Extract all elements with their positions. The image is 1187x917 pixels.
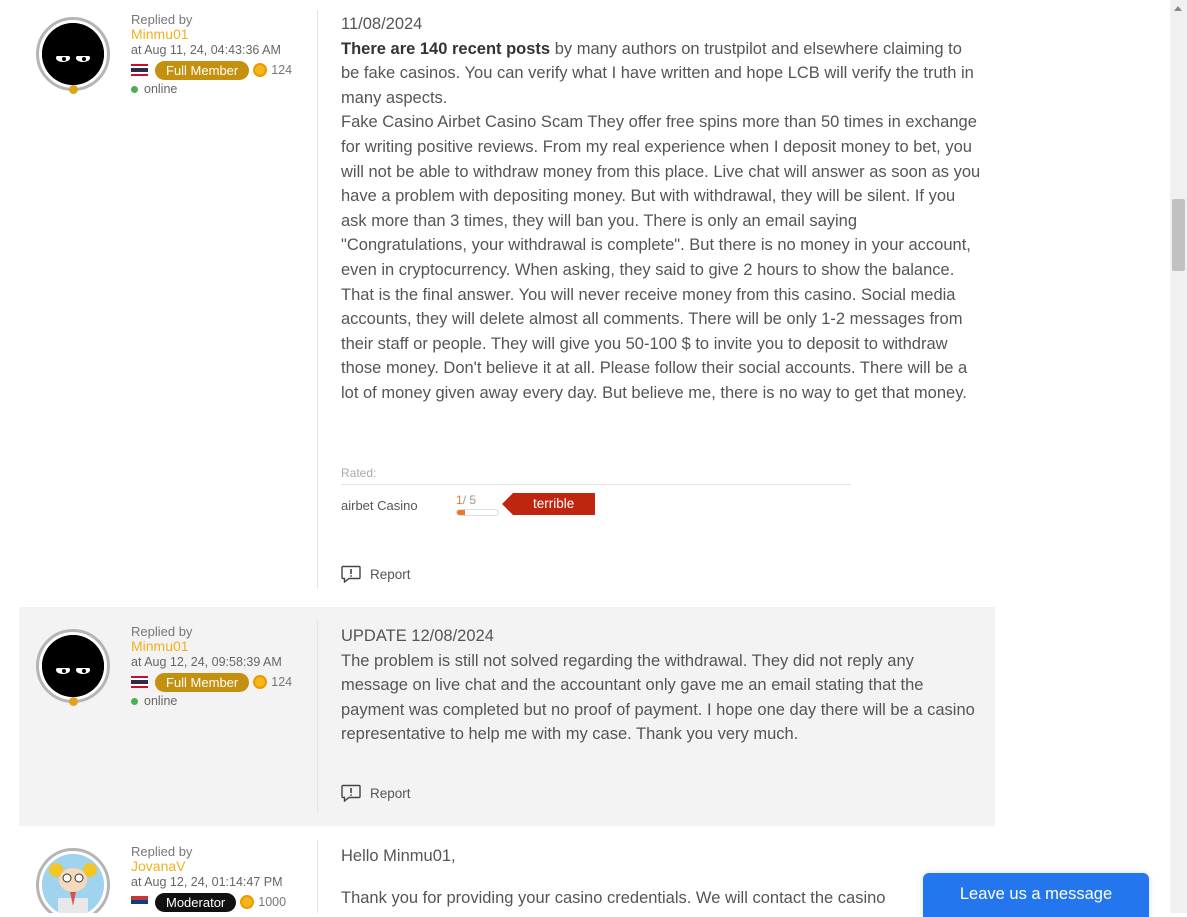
replied-by-label: Replied by	[131, 12, 193, 27]
post-paragraph-2: Fake Casino Airbet Casino Scam They offe…	[341, 113, 981, 402]
post-divider	[317, 840, 318, 913]
post-paragraph: Thank you for providing your casino cred…	[341, 888, 886, 907]
rating-bar	[456, 509, 499, 516]
rating-score: 1/ 5	[456, 493, 501, 516]
thailand-flag-icon	[131, 676, 148, 688]
username-link[interactable]: Minmu01	[131, 27, 292, 42]
scrollbar-thumb[interactable]	[1172, 199, 1185, 271]
post-date: UPDATE 12/08/2024	[341, 627, 494, 645]
report-icon	[341, 565, 361, 583]
page-scrollbar[interactable]	[1170, 0, 1187, 913]
avatar[interactable]	[36, 848, 110, 913]
rated-casino-link[interactable]: airbet Casino	[341, 493, 456, 513]
replied-by-label: Replied by	[131, 844, 193, 859]
post-date: 11/08/2024	[341, 15, 423, 33]
post-paragraph-1: There are 140 recent posts by many autho…	[341, 37, 981, 111]
post-body: Hello Minmu01, Thank you for providing y…	[341, 844, 981, 910]
coin-icon	[253, 63, 268, 77]
report-label: Report	[370, 566, 411, 582]
post-divider	[317, 621, 318, 813]
black-cat-icon	[42, 23, 104, 85]
rank-badge: Full Member	[155, 60, 250, 80]
report-button[interactable]: Report	[341, 784, 411, 802]
thread-page: Replied by Minmu01 at Aug 11, 24, 04:43:…	[0, 0, 1170, 913]
cartoon-character-icon	[42, 854, 104, 913]
coin-icon	[240, 895, 255, 909]
online-status: online	[144, 694, 178, 708]
rating-value: 1	[456, 493, 463, 507]
rank-badge: Full Member	[155, 672, 250, 692]
scroll-up-arrow-icon[interactable]	[1174, 6, 1182, 11]
replied-by-label: Replied by	[131, 624, 193, 639]
rated-label: Rated:	[341, 466, 851, 485]
author-info: Replied by JovanaV at Aug 12, 24, 01:14:…	[131, 844, 286, 912]
post-divider	[317, 10, 318, 588]
post-timestamp: at Aug 11, 24, 04:43:36 AM	[131, 43, 281, 57]
serbia-flag-icon	[131, 896, 148, 908]
post-body: 11/08/2024 There are 140 recent posts by…	[341, 12, 981, 406]
post-timestamp: at Aug 12, 24, 09:58:39 AM	[131, 655, 282, 669]
username-link[interactable]: Minmu01	[131, 639, 292, 654]
rank-badge: Moderator	[155, 892, 237, 912]
author-info: Replied by Minmu01 at Aug 11, 24, 04:43:…	[131, 12, 292, 97]
casino-rating: Rated: airbet Casino 1/ 5 terrible	[341, 466, 851, 516]
greeting: Hello Minmu01,	[341, 847, 456, 865]
thailand-flag-icon	[131, 64, 148, 76]
post-3: Replied by JovanaV at Aug 12, 24, 01:14:…	[19, 826, 995, 913]
points-count: 1000	[258, 894, 287, 909]
leave-message-button[interactable]: Leave us a message	[923, 873, 1149, 917]
online-dot-icon	[131, 86, 138, 93]
rating-max: / 5	[462, 493, 477, 507]
report-label: Report	[370, 785, 411, 801]
post-timestamp: at Aug 12, 24, 01:14:47 PM	[131, 875, 283, 889]
avatar[interactable]	[36, 17, 110, 94]
report-button[interactable]: Report	[341, 565, 411, 583]
online-status: online	[144, 82, 178, 96]
black-cat-icon	[42, 635, 104, 697]
report-icon	[341, 784, 361, 802]
post-paragraph: The problem is still not solved regardin…	[341, 651, 975, 744]
points-count: 124	[271, 62, 293, 77]
online-dot-icon	[131, 698, 138, 705]
points-count: 124	[271, 674, 293, 689]
post-1: Replied by Minmu01 at Aug 11, 24, 04:43:…	[19, 0, 995, 607]
post-body: UPDATE 12/08/2024 The problem is still n…	[341, 624, 981, 747]
coin-icon	[253, 675, 268, 689]
post-2: Replied by Minmu01 at Aug 12, 24, 09:58:…	[19, 607, 995, 826]
verdict-badge: terrible	[501, 493, 596, 515]
avatar[interactable]	[36, 629, 110, 706]
bold-lead: There are 140 recent posts	[341, 39, 551, 58]
username-link[interactable]: JovanaV	[131, 859, 286, 874]
author-info: Replied by Minmu01 at Aug 12, 24, 09:58:…	[131, 624, 292, 709]
